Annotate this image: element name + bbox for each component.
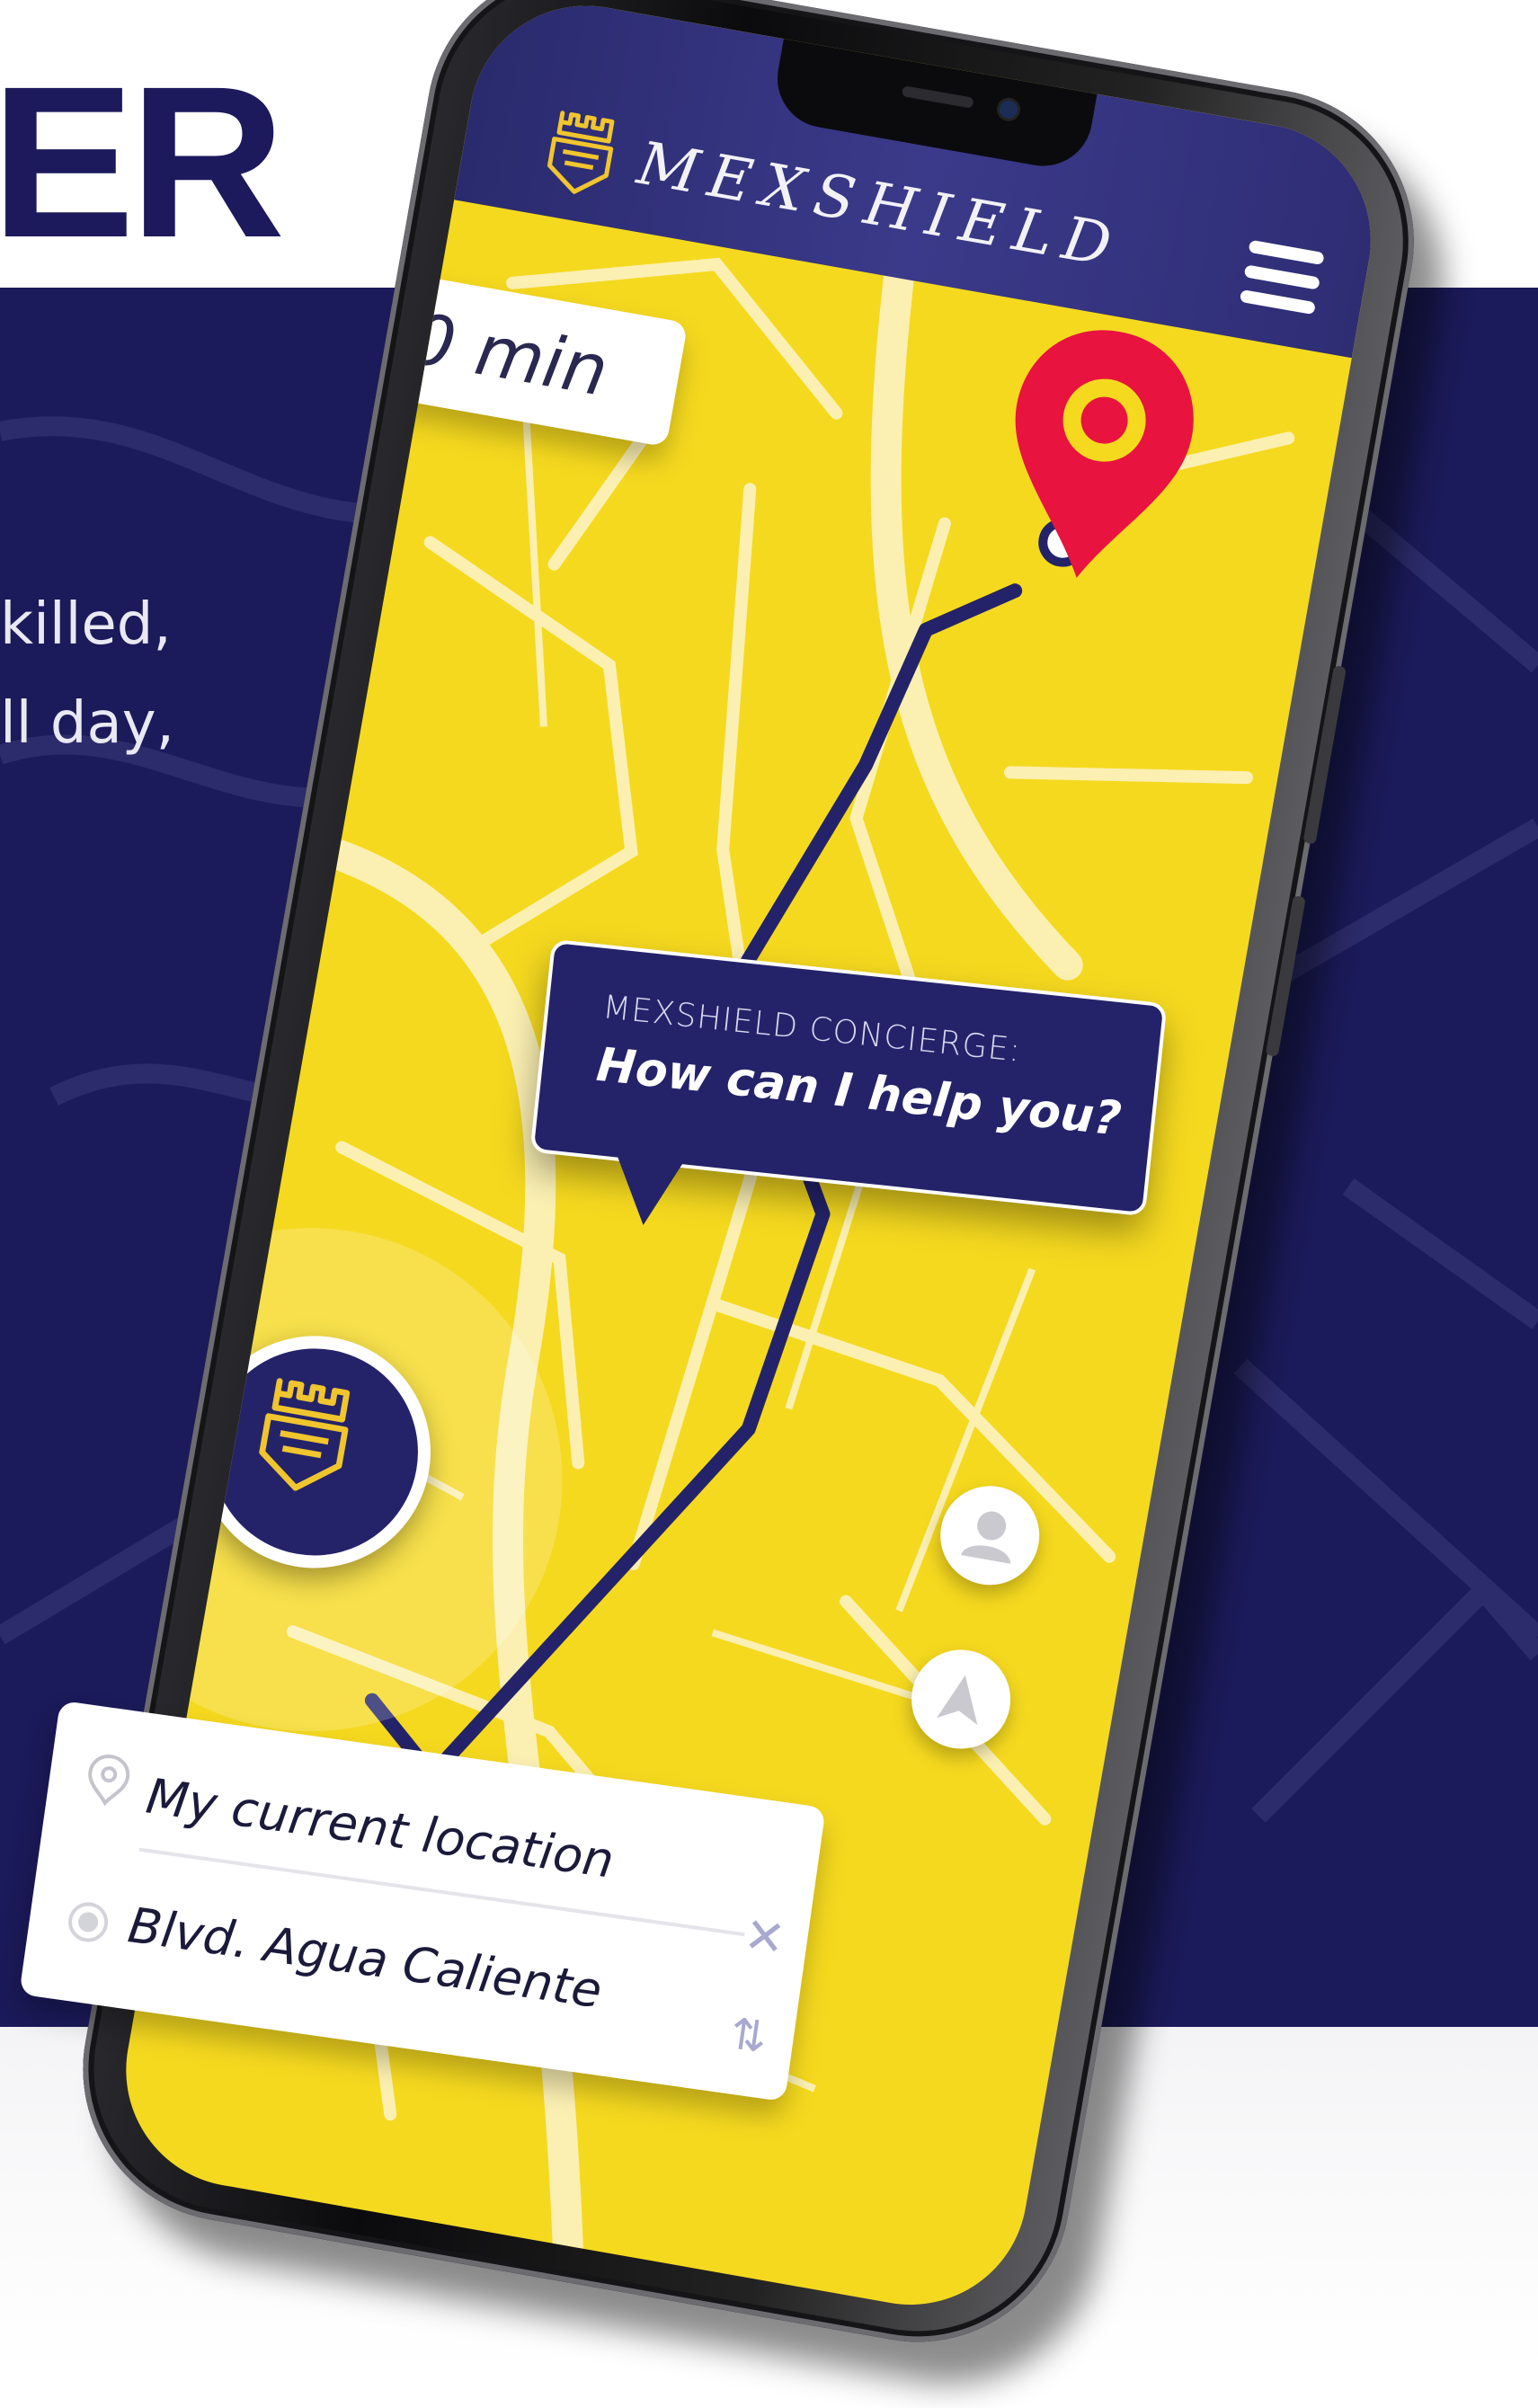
hero-title-fragment: ER (0, 41, 285, 282)
camera-icon (998, 99, 1019, 120)
shield-castle-logo-icon (259, 1378, 351, 1491)
clear-icon[interactable]: ✕ (741, 1906, 789, 1968)
hamburger-menu-icon[interactable] (1238, 239, 1325, 324)
origin-pin-icon (88, 1755, 130, 1807)
person-icon (960, 1511, 1011, 1564)
hero-body-line: ll day, (0, 690, 174, 757)
navigation-arrow-icon (937, 1675, 978, 1726)
hero-body-line: killed, (0, 591, 172, 658)
swap-icon[interactable]: ⇅ (727, 2008, 770, 2063)
concierge-message: How can I help you? (593, 1037, 1125, 1147)
profile-button[interactable] (932, 1478, 1047, 1594)
origin-field[interactable]: My current location (143, 1767, 618, 1888)
bubble-tail (607, 1150, 687, 1230)
destination-radio-icon (68, 1902, 109, 1942)
hero-body-text: killed, ll day, (0, 575, 174, 773)
speaker-grille (901, 85, 974, 109)
shield-castle-logo-icon (547, 111, 615, 194)
locate-button[interactable] (903, 1641, 1018, 1757)
destination-field[interactable]: Blvd. Agua Caliente (125, 1897, 606, 2019)
